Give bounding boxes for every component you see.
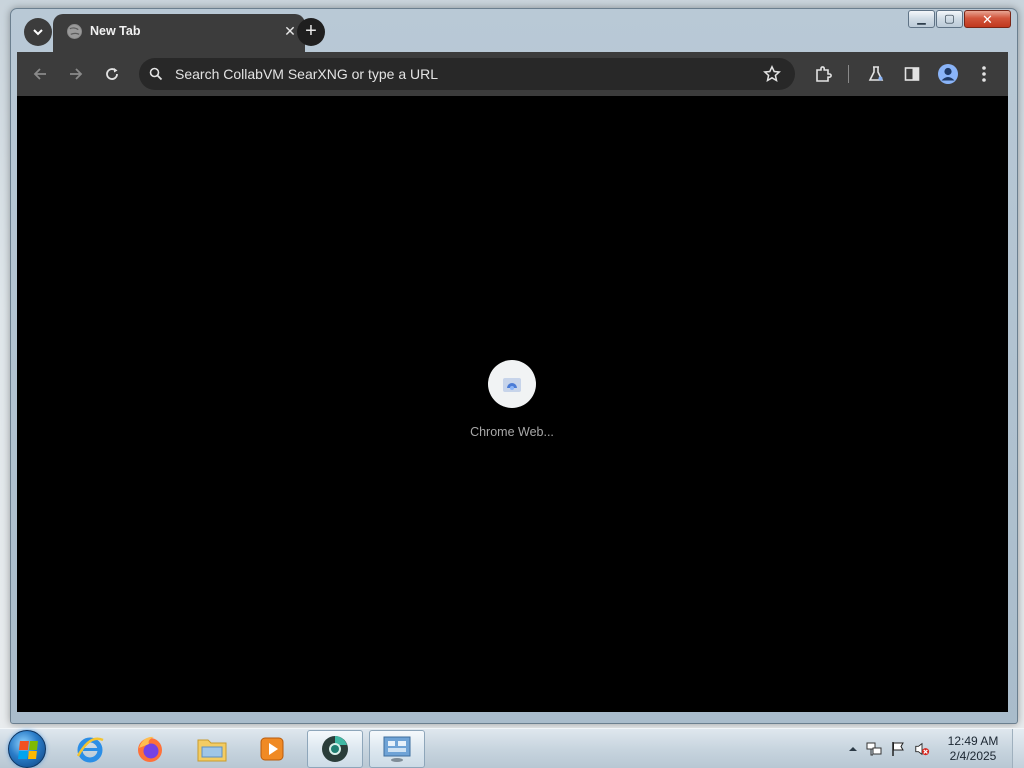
omnibox[interactable] bbox=[139, 58, 795, 90]
network-tray-icon[interactable] bbox=[866, 741, 882, 757]
show-desktop-button[interactable] bbox=[1012, 729, 1024, 768]
browser-toolbar bbox=[17, 52, 1008, 96]
flask-icon bbox=[868, 66, 884, 81]
taskbar-internet-explorer[interactable] bbox=[62, 730, 118, 768]
chrome-menu-button[interactable] bbox=[973, 63, 995, 85]
start-button[interactable] bbox=[8, 730, 46, 768]
shortcut-label: Chrome Web... bbox=[470, 425, 554, 439]
tab-new-tab[interactable]: New Tab ✕ bbox=[53, 14, 305, 52]
puzzle-piece-icon bbox=[816, 66, 832, 82]
tab-search-button[interactable] bbox=[24, 18, 52, 46]
taskbar-media-player[interactable] bbox=[244, 730, 300, 768]
chrome-canary-icon bbox=[322, 736, 348, 762]
profile-button[interactable] bbox=[937, 63, 959, 85]
volume-tray-icon[interactable] bbox=[914, 741, 930, 757]
chevron-up-icon bbox=[849, 747, 857, 751]
network-icon bbox=[866, 742, 882, 756]
internet-explorer-icon bbox=[76, 737, 104, 763]
windows-logo-icon bbox=[18, 741, 38, 759]
shortcut-chrome-web-store[interactable]: Chrome Web... bbox=[457, 360, 567, 460]
forward-button[interactable] bbox=[65, 63, 87, 85]
address-input[interactable] bbox=[175, 64, 735, 84]
firefox-icon bbox=[138, 736, 162, 762]
kebab-menu-icon bbox=[982, 66, 986, 82]
flag-icon bbox=[892, 742, 904, 756]
arrow-left-icon bbox=[33, 68, 46, 80]
show-hidden-icons-button[interactable] bbox=[845, 741, 861, 757]
shortcut-icon-circle bbox=[488, 360, 536, 408]
taskbar-windows-explorer[interactable] bbox=[184, 730, 240, 768]
toolbar-divider bbox=[848, 65, 849, 83]
action-center-tray-icon[interactable] bbox=[890, 741, 906, 757]
taskbar: 12:49 AM 2/4/2025 bbox=[0, 728, 1024, 768]
system-clock[interactable]: 12:49 AM 2/4/2025 bbox=[940, 734, 1006, 764]
clock-time: 12:49 AM bbox=[947, 734, 999, 748]
new-tab-button[interactable]: + bbox=[297, 18, 325, 46]
chrome-web-store-icon bbox=[503, 378, 521, 392]
extensions-button[interactable] bbox=[812, 63, 834, 85]
reload-button[interactable] bbox=[101, 63, 123, 85]
globe-icon bbox=[67, 24, 82, 39]
chevron-down-icon bbox=[33, 29, 43, 36]
tab-strip: New Tab ✕ + bbox=[17, 14, 1008, 52]
back-button[interactable] bbox=[29, 63, 51, 85]
taskbar-control-panel[interactable] bbox=[369, 730, 425, 768]
new-tab-page: Chrome Web... bbox=[17, 96, 1008, 712]
side-panel-button[interactable] bbox=[901, 63, 923, 85]
speaker-muted-icon bbox=[915, 742, 930, 756]
chrome-app: New Tab ✕ + Search CollabVM SearXNG or t… bbox=[17, 14, 1008, 712]
avatar-icon bbox=[938, 64, 958, 84]
reload-icon bbox=[106, 68, 118, 80]
tab-title: New Tab bbox=[90, 24, 141, 38]
clock-date: 2/4/2025 bbox=[949, 749, 997, 763]
taskbar-chrome[interactable] bbox=[307, 730, 363, 768]
side-panel-icon bbox=[904, 67, 920, 81]
bookmark-star-icon[interactable] bbox=[763, 65, 781, 83]
search-icon bbox=[149, 67, 163, 81]
file-explorer-icon bbox=[197, 739, 227, 762]
arrow-right-icon bbox=[70, 68, 83, 80]
media-player-icon bbox=[260, 737, 284, 761]
taskbar-firefox[interactable] bbox=[122, 730, 178, 768]
chrome-labs-button[interactable] bbox=[865, 63, 887, 85]
control-panel-icon bbox=[383, 736, 411, 762]
